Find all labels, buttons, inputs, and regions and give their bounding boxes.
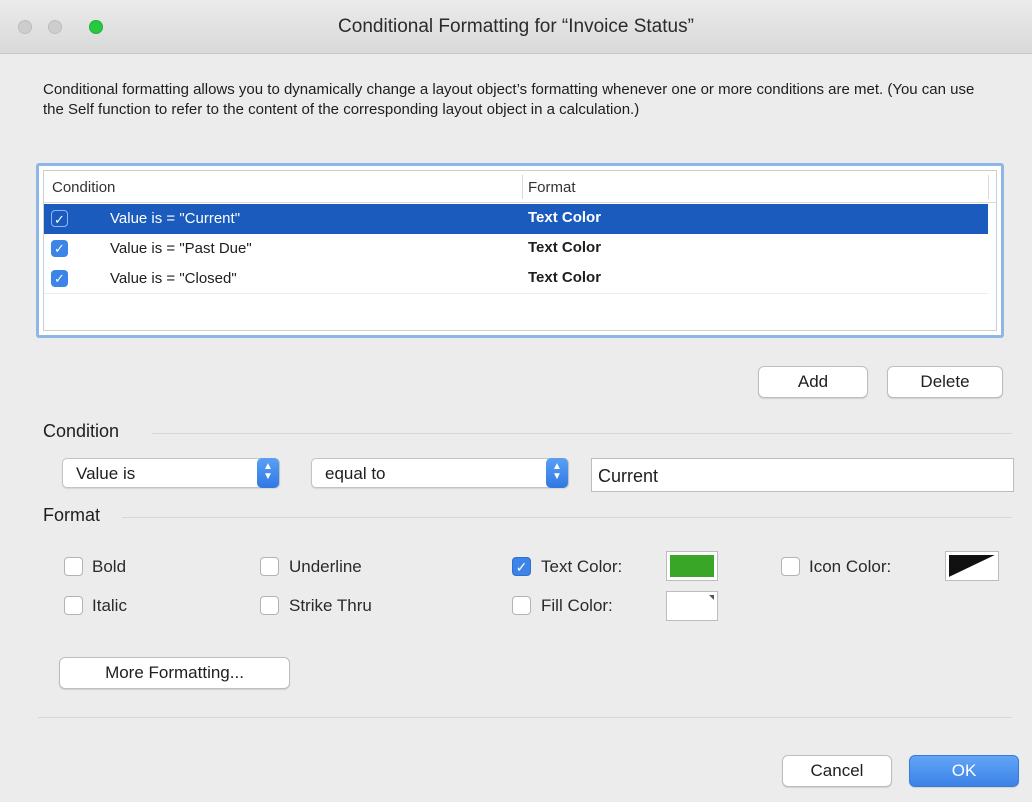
italic-label: Italic — [92, 596, 127, 615]
conditional-formatting-dialog: Conditional Formatting for “Invoice Stat… — [0, 0, 1032, 802]
operator-value: equal to — [325, 464, 386, 483]
text-color-checkbox[interactable]: ✓ — [512, 557, 531, 576]
delete-button[interactable]: Delete — [887, 366, 1003, 398]
icon-color-swatch[interactable] — [945, 551, 999, 581]
format-heading: Format — [43, 505, 101, 525]
column-header-format[interactable]: Format — [528, 179, 576, 196]
table-row[interactable]: ✓ Value is = "Past Due" Text Color — [44, 234, 988, 264]
icon-color-label: Icon Color: — [809, 557, 892, 576]
updown-chevron-icon: ▲ ▼ — [257, 458, 279, 488]
ok-button[interactable]: OK — [909, 755, 1019, 787]
table-row[interactable]: ✓ Value is = "Current" Text Color — [44, 204, 988, 234]
bold-label: Bold — [92, 557, 127, 576]
row-format: Text Color — [528, 209, 602, 226]
strike-thru-label: Strike Thru — [289, 596, 372, 615]
conditions-table[interactable]: Condition Format ✓ Value is = "Current" … — [36, 163, 1004, 338]
divider — [122, 517, 1012, 518]
underline-checkbox[interactable] — [260, 557, 279, 576]
fill-color-swatch[interactable] — [666, 591, 718, 621]
row-enabled-checkbox[interactable]: ✓ — [51, 270, 68, 287]
swatch-corner-icon — [709, 595, 714, 600]
condition-type-value: Value is — [76, 464, 136, 483]
condition-type-select[interactable]: Value is ▲ ▼ — [62, 458, 280, 488]
black-color-fill — [949, 555, 995, 577]
strike-thru-checkbox[interactable] — [260, 596, 279, 615]
title-bar: Conditional Formatting for “Invoice Stat… — [0, 0, 1032, 54]
icon-color-checkbox[interactable] — [781, 557, 800, 576]
operator-select[interactable]: equal to ▲ ▼ — [311, 458, 569, 488]
row-condition: Value is = "Current" — [110, 210, 241, 227]
row-condition: Value is = "Past Due" — [110, 240, 252, 257]
row-format: Text Color — [528, 269, 602, 286]
fill-color-label: Fill Color: — [541, 596, 613, 615]
description-text: Conditional formatting allows you to dyn… — [43, 81, 975, 118]
green-color-fill — [670, 555, 714, 577]
condition-value-text: Current — [598, 466, 659, 486]
cancel-button[interactable]: Cancel — [782, 755, 892, 787]
updown-chevron-icon: ▲ ▼ — [546, 458, 568, 488]
add-button[interactable]: Add — [758, 366, 868, 398]
table-header: Condition Format — [44, 171, 996, 203]
divider — [38, 717, 1012, 718]
divider — [152, 433, 1012, 434]
fill-color-checkbox[interactable] — [512, 596, 531, 615]
row-enabled-checkbox[interactable]: ✓ — [51, 240, 68, 257]
text-color-swatch[interactable] — [666, 551, 718, 581]
text-color-label: Text Color: — [541, 557, 623, 576]
empty-row — [44, 293, 988, 315]
more-formatting-button[interactable]: More Formatting... — [59, 657, 290, 689]
row-condition: Value is = "Closed" — [110, 270, 237, 287]
condition-value-field[interactable]: Current — [591, 458, 1014, 492]
table-row[interactable]: ✓ Value is = "Closed" Text Color — [44, 264, 988, 294]
row-format: Text Color — [528, 239, 602, 256]
window-title: Conditional Formatting for “Invoice Stat… — [338, 16, 694, 37]
column-header-condition[interactable]: Condition — [52, 179, 115, 196]
bold-checkbox[interactable] — [64, 557, 83, 576]
condition-heading: Condition — [43, 421, 120, 441]
row-enabled-checkbox[interactable]: ✓ — [51, 210, 68, 227]
italic-checkbox[interactable] — [64, 596, 83, 615]
underline-label: Underline — [289, 557, 362, 576]
